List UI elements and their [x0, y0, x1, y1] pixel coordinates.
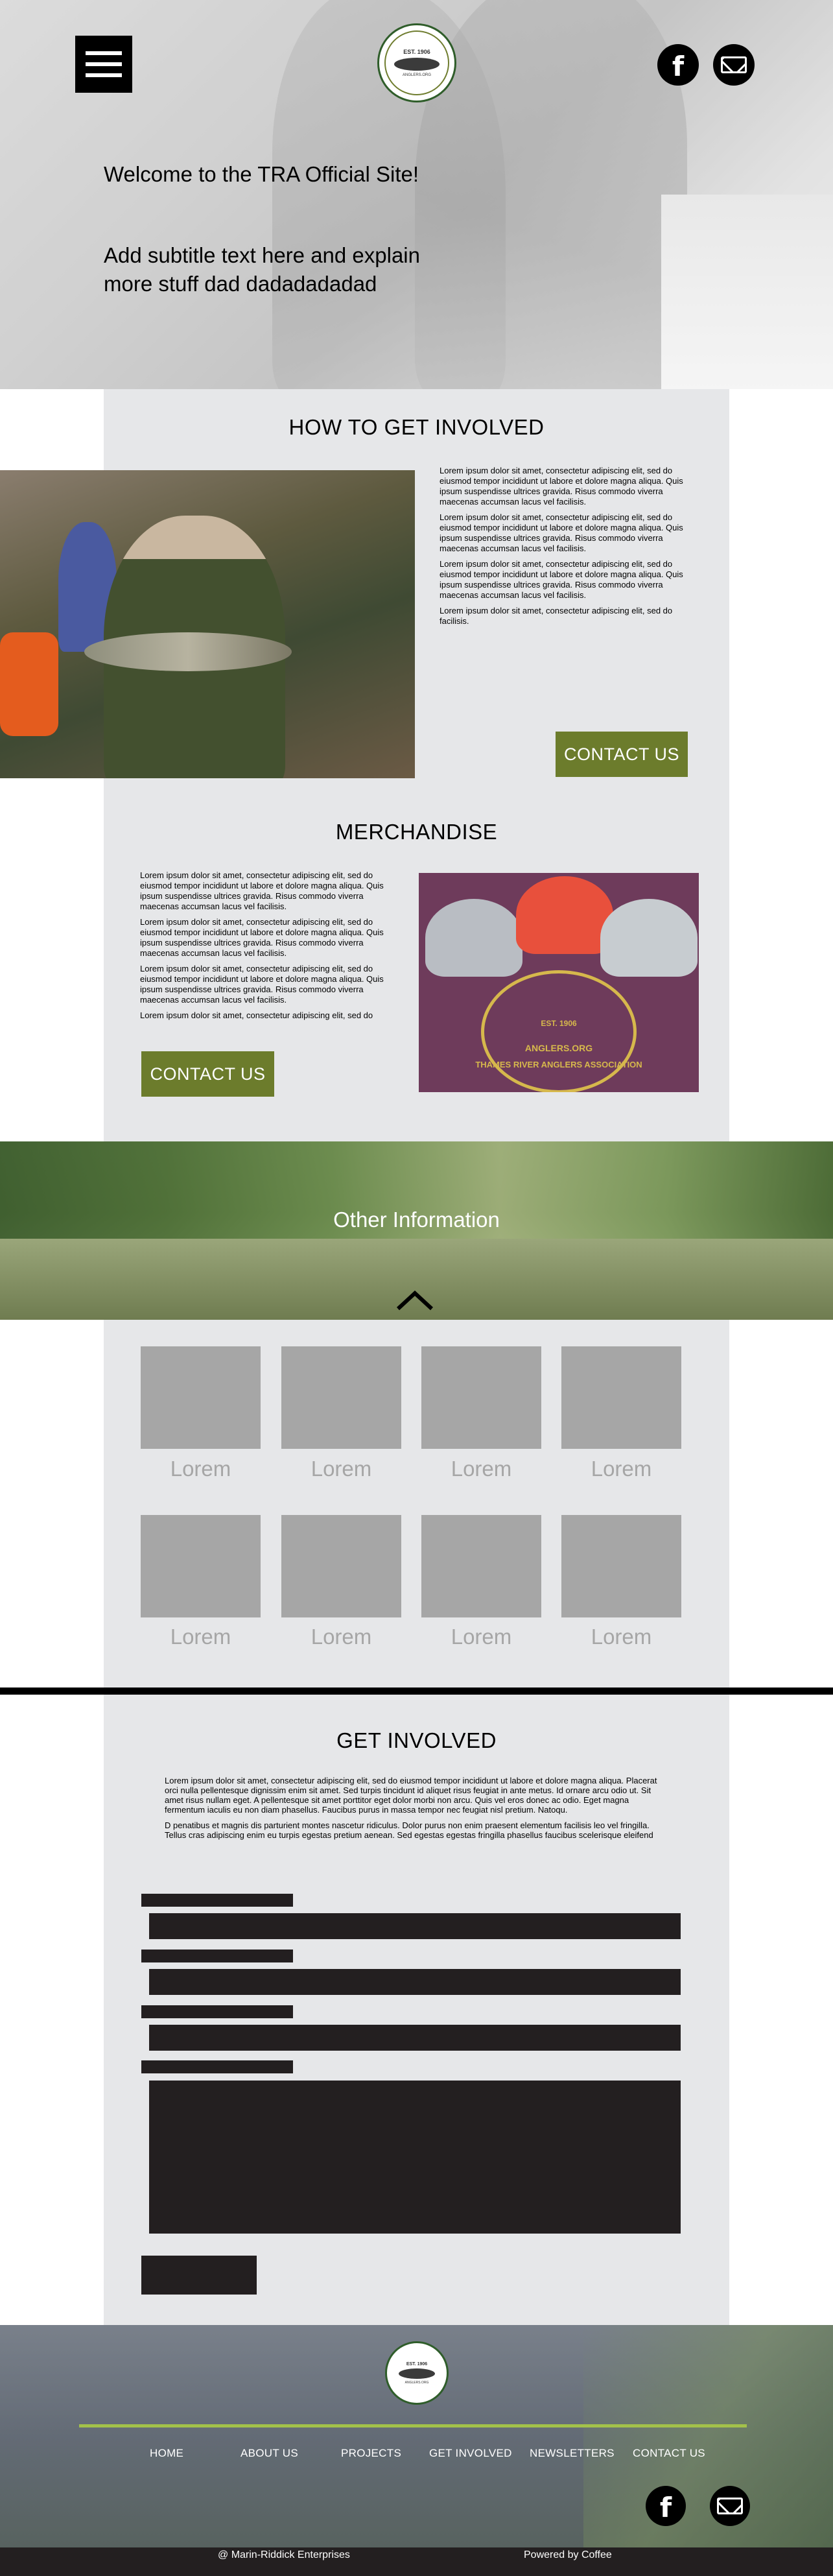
info-tile[interactable] — [141, 1515, 261, 1617]
merchandise-photo: EST. 1906 ANGLERS.ORG THAMES RIVER ANGLE… — [419, 873, 699, 1092]
footer-nav-newsletters[interactable]: NEWSLETTERS — [530, 2447, 615, 2460]
footer-rule — [79, 2424, 747, 2427]
hamburger-menu-icon[interactable] — [75, 36, 132, 93]
merch-paragraph: Lorem ipsum dolor sit amet, consectetur … — [140, 917, 384, 958]
footer-nav-projects[interactable]: PROJECTS — [341, 2447, 401, 2460]
angler-photo — [0, 470, 415, 778]
hero-subtitle: Add subtitle text here and explain more … — [104, 243, 420, 296]
form-submit-button[interactable] — [141, 2256, 257, 2295]
footer-nav-contact-us[interactable]: CONTACT US — [633, 2447, 705, 2460]
info-tile-label: Lorem — [311, 1625, 372, 1649]
how-to-paragraph: Lorem ipsum dolor sit amet, consectetur … — [440, 512, 683, 553]
info-tile[interactable] — [281, 1346, 401, 1449]
facebook-icon[interactable]: f — [646, 2486, 686, 2526]
how-to-title: HOW TO GET INVOLVED — [288, 415, 545, 439]
mail-icon[interactable] — [710, 2486, 750, 2526]
info-tile-label: Lorem — [311, 1457, 372, 1481]
merch-photo-site: ANGLERS.ORG — [524, 1043, 593, 1053]
site-logo[interactable]: EST. 1906 ANGLERS.ORG — [377, 23, 456, 102]
footer-logo[interactable]: EST. 1906 ANGLERS.ORG — [385, 2341, 449, 2405]
info-tile[interactable] — [561, 1346, 681, 1449]
mail-icon[interactable] — [713, 44, 755, 86]
get-involved-paragraph: D penatibus et magnis dis parturient mon… — [165, 1820, 653, 1840]
powered-by-text: Powered by Coffee — [524, 2549, 612, 2560]
merch-title: MERCHANDISE — [335, 820, 498, 844]
merch-photo-est: EST. 1906 — [541, 1019, 577, 1028]
merch-paragraph: Lorem ipsum dolor sit amet, consectetur … — [140, 870, 384, 911]
info-tile-label: Lorem — [591, 1457, 652, 1481]
footer-logo-est: EST. 1906 — [406, 2361, 428, 2367]
section-divider — [0, 1688, 833, 1695]
form-input[interactable] — [149, 1969, 681, 1995]
info-tile[interactable] — [421, 1515, 541, 1617]
how-to-paragraph: Lorem ipsum dolor sit amet, consectetur … — [440, 606, 673, 626]
info-tile-label: Lorem — [170, 1625, 231, 1649]
merch-paragraph: Lorem ipsum dolor sit amet, consectetur … — [140, 1010, 373, 1020]
footer-logo-sub: ANGLERS.ORG — [405, 2380, 429, 2385]
merch-photo-org: THAMES RIVER ANGLERS ASSOCIATION — [475, 1060, 642, 1069]
form-label — [141, 1894, 293, 1907]
footer-nav-home[interactable]: HOME — [150, 2447, 183, 2460]
form-input[interactable] — [149, 2025, 681, 2051]
fish-icon — [399, 2368, 435, 2379]
form-label — [141, 1950, 293, 1962]
form-message-textarea[interactable] — [149, 2081, 681, 2234]
footer-nav-about-us[interactable]: ABOUT US — [241, 2447, 298, 2460]
info-tile[interactable] — [421, 1346, 541, 1449]
info-tile-label: Lorem — [451, 1625, 512, 1649]
form-label — [141, 2005, 293, 2018]
form-input[interactable] — [149, 1913, 681, 1939]
copyright-text: @ Marin-Riddick Enterprises — [218, 2549, 350, 2560]
get-involved-text: Lorem ipsum dolor sit amet, consectetur … — [165, 1776, 669, 1846]
info-tile-label: Lorem — [591, 1625, 652, 1649]
contact-us-button[interactable]: CONTACT US — [556, 732, 688, 777]
hero-title: Welcome to the TRA Official Site! — [104, 162, 419, 186]
merch-paragraph: Lorem ipsum dolor sit amet, consectetur … — [140, 964, 384, 1005]
page: EST. 1906 ANGLERS.ORG f Welcome to the T… — [0, 0, 833, 2576]
how-to-text: Lorem ipsum dolor sit amet, consectetur … — [440, 466, 691, 632]
how-to-paragraph: Lorem ipsum dolor sit amet, consectetur … — [440, 559, 683, 600]
how-to-paragraph: Lorem ipsum dolor sit amet, consectetur … — [440, 466, 683, 507]
get-involved-paragraph: Lorem ipsum dolor sit amet, consectetur … — [165, 1776, 657, 1815]
merch-text: Lorem ipsum dolor sit amet, consectetur … — [140, 870, 394, 1026]
info-tile-label: Lorem — [170, 1457, 231, 1481]
info-tile[interactable] — [141, 1346, 261, 1449]
facebook-icon[interactable]: f — [657, 44, 699, 86]
info-tile-label: Lorem — [451, 1457, 512, 1481]
info-tile[interactable] — [561, 1515, 681, 1617]
get-involved-title: GET INVOLVED — [336, 1728, 497, 1752]
info-tile[interactable] — [281, 1515, 401, 1617]
chevron-up-icon[interactable] — [395, 1287, 434, 1313]
merch-contact-us-button[interactable]: CONTACT US — [141, 1051, 274, 1097]
footer-nav-get-involved[interactable]: GET INVOLVED — [429, 2447, 512, 2460]
other-info-title: Other Information — [333, 1208, 500, 1232]
copyright-bar — [0, 2547, 833, 2576]
form-label — [141, 2060, 293, 2073]
